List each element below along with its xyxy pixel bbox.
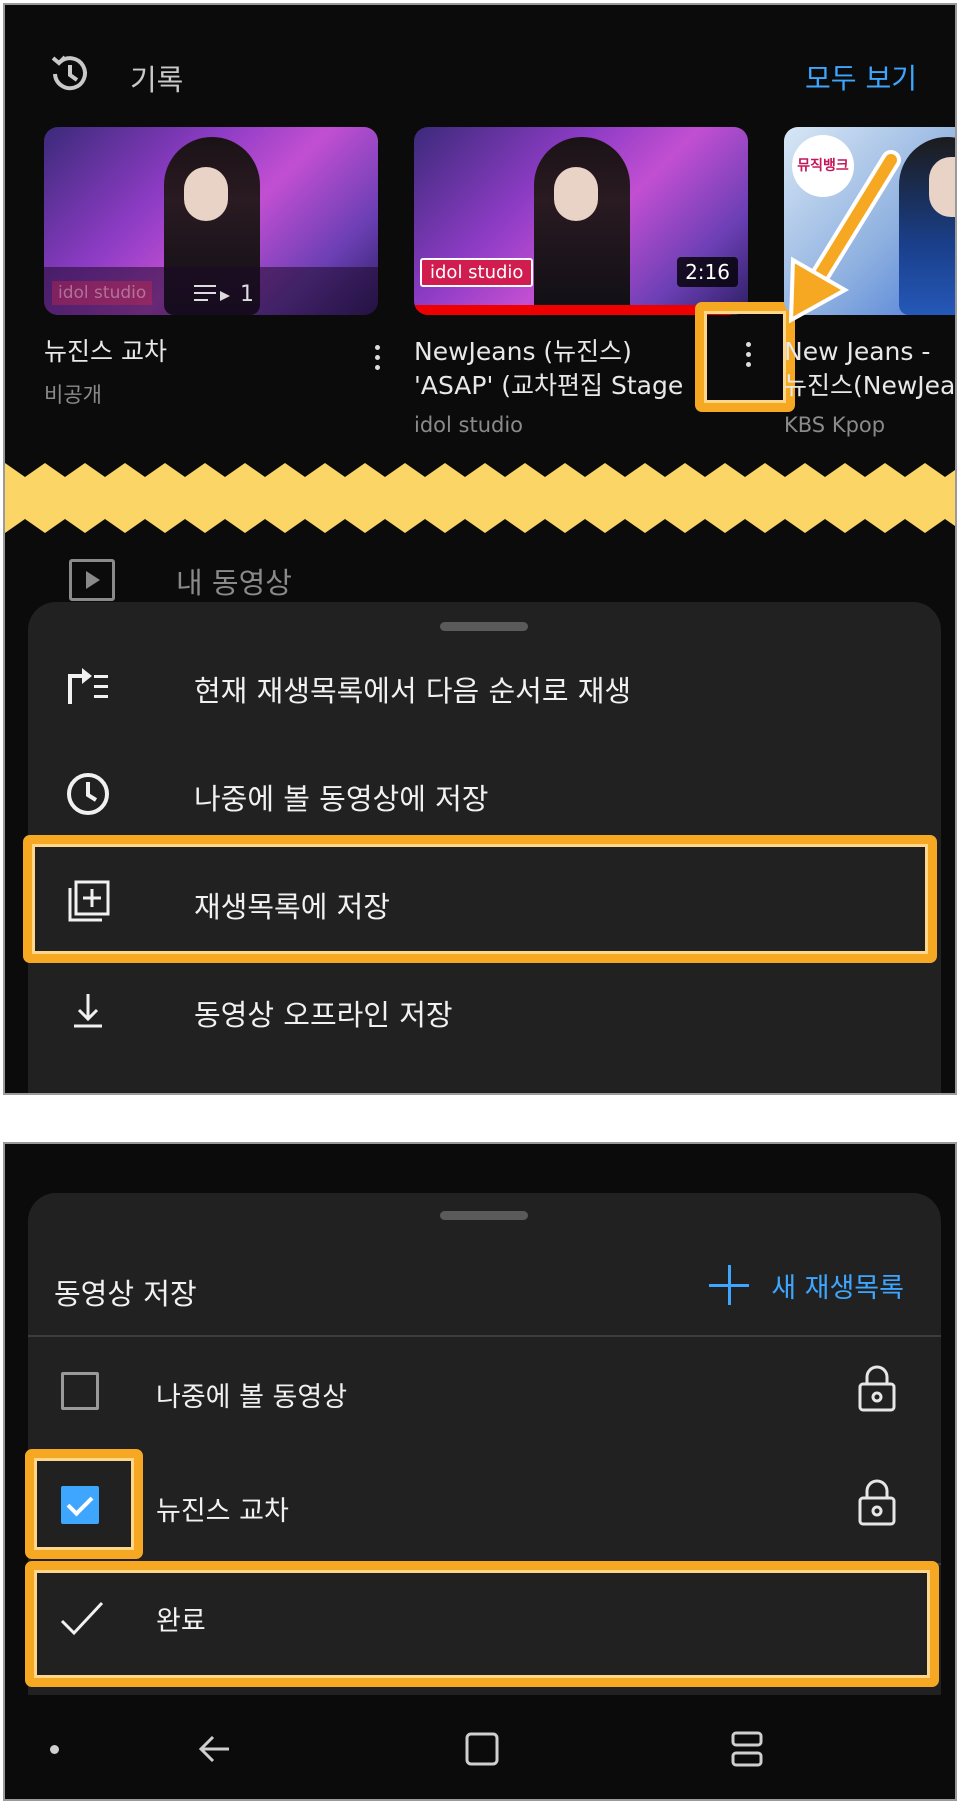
home-icon[interactable] xyxy=(460,1727,504,1771)
overlay-badge: idol studio xyxy=(52,281,153,305)
more-options-icon-1[interactable] xyxy=(362,335,392,379)
playlist-count: 1 xyxy=(194,282,254,307)
sheet-handle[interactable] xyxy=(440,622,528,631)
card-title-2-line2: 'ASAP' (교차편집 Stage xyxy=(414,371,684,400)
cut-divider xyxy=(5,463,955,533)
play-next-icon xyxy=(68,668,108,704)
playlist-play-icon xyxy=(194,285,230,301)
lock-icon xyxy=(858,1365,896,1412)
clock-icon xyxy=(67,773,109,815)
studio-badge: idol studio xyxy=(420,258,534,287)
card-title-3-line2: 뉴진스(NewJea xyxy=(784,371,956,400)
lock-icon xyxy=(858,1479,896,1526)
save-sheet-title: 동영상 저장 xyxy=(54,1277,197,1311)
history-icon xyxy=(51,55,87,91)
menu-item-watch-later[interactable]: 나중에 볼 동영상에 저장 xyxy=(28,740,941,848)
history-thumbnail-1[interactable]: idol studio 1 xyxy=(44,127,378,315)
card-title-3-line1: New Jeans - xyxy=(784,337,931,366)
playlist-overlay: idol studio 1 xyxy=(44,267,378,315)
sheet-handle[interactable] xyxy=(440,1211,528,1220)
back-icon[interactable] xyxy=(193,1727,237,1771)
card-title-1[interactable]: 뉴진스 교차 xyxy=(44,335,344,369)
new-playlist-label: 새 재생목록 xyxy=(771,1272,904,1304)
playlist-label: 나중에 볼 동영상 xyxy=(156,1382,348,1413)
pointer-arrow-icon xyxy=(788,150,901,324)
card-channel-2: idol studio xyxy=(414,413,524,437)
checkbox-unchecked[interactable] xyxy=(61,1372,99,1410)
plus-icon xyxy=(709,1265,750,1305)
menu-item-download[interactable]: 동영상 오프라인 저장 xyxy=(28,956,941,1064)
menu-label: 동영상 오프라인 저장 xyxy=(194,998,453,1032)
card-title-2-line1: NewJeans (뉴진스) xyxy=(414,337,632,366)
highlight-checkbox xyxy=(25,1449,143,1559)
nav-dot-icon xyxy=(50,1745,59,1754)
playlist-label: 뉴진스 교차 xyxy=(156,1496,289,1527)
playlist-row-watch-later[interactable]: 나중에 볼 동영상 xyxy=(28,1336,941,1446)
system-nav-bar xyxy=(5,1695,955,1799)
screen-menu-panel: 기록 모두 보기 idol studio 1 뉴진스 교차 비공개 idol s… xyxy=(3,3,957,1095)
new-playlist-button[interactable]: 새 재생목록 xyxy=(709,1265,904,1305)
my-videos-label[interactable]: 내 동영상 xyxy=(176,560,292,602)
menu-label: 현재 재생목록에서 다음 순서로 재생 xyxy=(194,674,632,708)
history-title: 기록 xyxy=(130,63,184,97)
download-icon xyxy=(74,994,102,1028)
see-all-link[interactable]: 모두 보기 xyxy=(805,57,917,97)
recents-icon[interactable] xyxy=(725,1727,769,1771)
card-title-2[interactable]: NewJeans (뉴진스) 'ASAP' (교차편집 Stage xyxy=(414,335,694,403)
screen-save-panel: 동영상 저장 새 재생목록 나중에 볼 동영상 뉴진스 교차 완료 xyxy=(3,1142,957,1801)
card-subtitle-1: 비공개 xyxy=(44,383,102,407)
card-channel-3: KBS Kpop xyxy=(784,413,886,437)
my-videos-icon xyxy=(69,559,115,601)
menu-item-play-next[interactable]: 현재 재생목록에서 다음 순서로 재생 xyxy=(28,632,941,740)
highlight-done xyxy=(25,1561,939,1687)
duration-badge: 2:16 xyxy=(677,257,738,287)
card-title-3[interactable]: New Jeans - 뉴진스(NewJea xyxy=(784,335,956,403)
highlight-save-to-playlist xyxy=(23,835,937,963)
playlist-row-newjeans[interactable]: 뉴진스 교차 xyxy=(28,1450,941,1560)
highlight-more-options xyxy=(695,302,795,412)
menu-label: 나중에 볼 동영상에 저장 xyxy=(194,782,489,816)
history-thumbnail-2[interactable]: idol studio 2:16 xyxy=(414,127,748,315)
